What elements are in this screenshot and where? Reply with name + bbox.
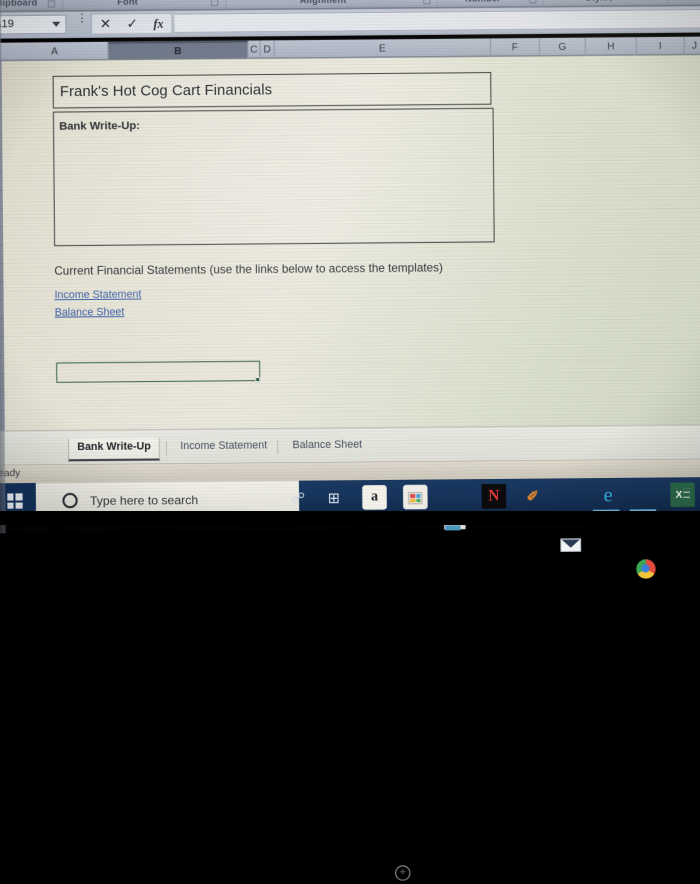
font-dialog-launcher-icon[interactable] xyxy=(211,0,219,7)
photographed-screen: Clipboard Font Alignment Number Styles S… xyxy=(0,0,700,881)
column-header-f[interactable]: F xyxy=(490,37,540,57)
name-box-chevron-down-icon[interactable] xyxy=(52,21,61,27)
name-box[interactable]: A19 xyxy=(0,14,67,35)
link-balance-sheet[interactable]: Balance Sheet xyxy=(55,306,125,319)
microsoft-excel-icon[interactable]: X xyxy=(670,482,695,508)
formula-bar-row: A19 ⋮ ✕ ✓ fx xyxy=(0,5,700,39)
bank-write-up-box[interactable]: Bank Write-Up: xyxy=(52,107,495,247)
status-text: Ready xyxy=(0,467,21,480)
ribbon-divider xyxy=(436,0,438,8)
search-cortana-circle-icon xyxy=(62,492,78,509)
column-header-i[interactable]: I xyxy=(636,36,685,56)
netflix-icon[interactable]: N xyxy=(481,484,507,509)
column-header-j[interactable]: J xyxy=(684,36,700,56)
ribbon-group-styles: Styles xyxy=(585,0,613,3)
add-sheet-plus-icon[interactable]: + xyxy=(395,865,411,881)
sheet-tab-divider xyxy=(277,440,279,455)
ribbon-divider xyxy=(666,0,669,6)
alignment-dialog-launcher-icon[interactable] xyxy=(423,0,431,5)
link-income-statement[interactable]: Income Statement xyxy=(54,288,141,301)
microsoft-store-icon[interactable] xyxy=(402,484,428,510)
orange-app-icon[interactable]: ✐ xyxy=(520,484,545,509)
page-title: Frank's Hot Cog Cart Financials xyxy=(59,82,273,101)
ribbon-divider xyxy=(542,0,544,7)
column-header-g[interactable]: G xyxy=(539,37,586,57)
clipboard-dialog-launcher-icon[interactable] xyxy=(47,0,56,8)
worksheet-title-cell[interactable]: Frank's Hot Cog Cart Financials xyxy=(52,72,492,109)
ribbon-divider xyxy=(225,0,227,10)
cancel-x-icon[interactable]: ✕ xyxy=(100,16,111,31)
number-dialog-launcher-icon[interactable] xyxy=(529,0,537,4)
sheet-tab-income-statement[interactable]: Income Statement xyxy=(172,437,275,460)
ribbon-group-clipboard: Clipboard xyxy=(0,0,38,9)
sheet-tab-divider xyxy=(165,441,168,456)
formula-bar-overflow-icon[interactable]: ⋮ xyxy=(76,12,87,24)
bank-write-up-label: Bank Write-Up: xyxy=(59,119,141,133)
column-header-c[interactable]: C xyxy=(248,40,261,59)
microsoft-edge-icon[interactable]: e xyxy=(596,483,621,508)
fill-handle[interactable] xyxy=(255,377,261,383)
formula-bar-buttons: ✕ ✓ fx xyxy=(90,12,173,35)
sheet-tab-balance-sheet[interactable]: Balance Sheet xyxy=(284,436,370,459)
ribbon-group-alignment: Alignment xyxy=(299,0,347,6)
confirm-check-icon[interactable]: ✓ xyxy=(126,16,137,31)
column-header-d[interactable]: D xyxy=(260,40,275,59)
formula-input[interactable] xyxy=(174,9,700,33)
column-header-h[interactable]: H xyxy=(585,37,637,56)
amazon-icon[interactable]: a xyxy=(362,485,387,510)
task-view-icon[interactable]: ⊞ xyxy=(323,486,344,509)
windows-ink-pen-icon[interactable]: ☍ xyxy=(289,487,308,510)
column-header-e[interactable]: E xyxy=(274,38,492,59)
search-placeholder: Type here to search xyxy=(89,492,199,508)
column-header-b[interactable]: B xyxy=(108,40,249,61)
column-header-a[interactable]: A xyxy=(1,41,109,62)
active-cell-selection[interactable] xyxy=(56,360,261,383)
excel-x-glyph: X xyxy=(675,489,683,501)
ribbon-group-number: Number xyxy=(465,0,501,4)
photo-bottom-black-border xyxy=(0,511,700,525)
mail-icon[interactable] xyxy=(558,532,583,557)
name-box-value: A19 xyxy=(0,18,14,31)
ribbon-group-font: Font xyxy=(117,0,138,7)
insert-function-icon[interactable]: fx xyxy=(153,16,163,30)
row-header-column[interactable] xyxy=(0,61,5,431)
sheet-tab-bank-write-up[interactable]: Bank Write-Up xyxy=(67,438,161,462)
google-chrome-icon[interactable] xyxy=(633,556,658,581)
ribbon-divider xyxy=(62,0,64,11)
